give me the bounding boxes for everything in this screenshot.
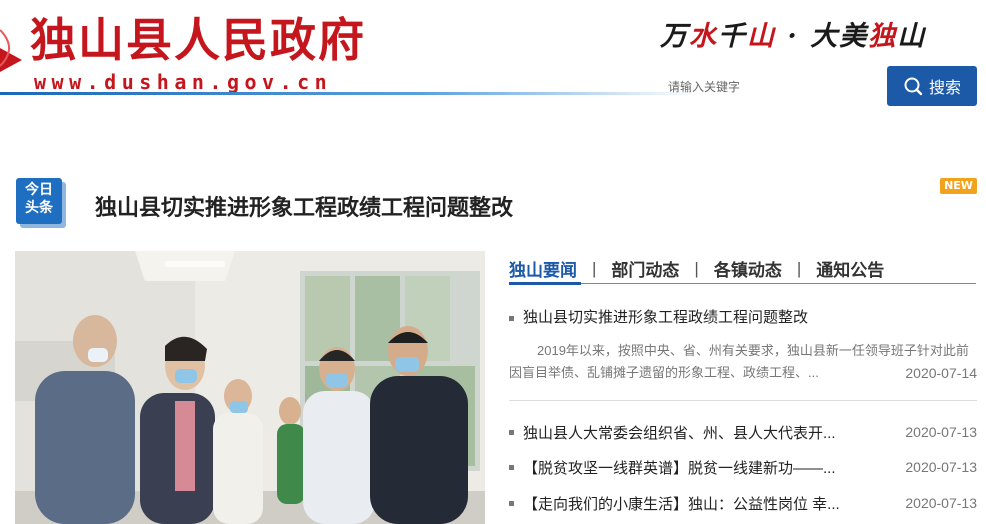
tab-dushan-news[interactable]: 独山要闻: [509, 256, 577, 281]
bullet-icon: [509, 429, 514, 435]
list-item[interactable]: 独山县人大常委会组织省、州、县人大代表开... 2020-07-13: [509, 421, 977, 443]
slogan-char: 独: [868, 21, 898, 52]
list-item-date: 2020-07-13: [905, 495, 977, 511]
list-item-title[interactable]: 【走向我们的小康生活】独山：公益性岗位 幸...: [523, 493, 885, 514]
tab-separator: |: [694, 258, 699, 278]
list-item-date: 2020-07-13: [905, 459, 977, 475]
slogan-char: 水: [689, 21, 718, 52]
tab-notices[interactable]: 通知公告: [816, 256, 884, 281]
news-tabs: 独山要闻 | 部门动态 | 各镇动态 | 通知公告: [509, 256, 884, 281]
slogan-char: 山: [747, 21, 776, 52]
site-title[interactable]: 独山县人民政府: [30, 10, 366, 70]
bullet-icon: [509, 500, 514, 506]
badge-line: 头条: [25, 200, 53, 216]
featured-news-item[interactable]: 独山县切实推进形象工程政绩工程问题整改: [509, 306, 977, 327]
news-photo[interactable]: [15, 251, 485, 524]
list-item[interactable]: 【走向我们的小康生活】独山：公益性岗位 幸... 2020-07-13: [509, 492, 977, 514]
slogan-dot: ·: [787, 21, 799, 52]
slogan-char: 大美: [810, 21, 869, 52]
list-item-title[interactable]: 独山县人大常委会组织省、州、县人大代表开...: [523, 422, 885, 443]
search-button[interactable]: 搜索: [887, 66, 977, 106]
new-badge: NEW: [940, 178, 977, 194]
tab-department-news[interactable]: 部门动态: [611, 256, 679, 281]
site-url: www.dushan.gov.cn: [34, 70, 333, 94]
today-headline-badge: 今日 头条: [16, 178, 62, 224]
badge-line: 今日: [25, 182, 53, 198]
list-item[interactable]: 【脱贫攻坚一线群英谱】脱贫一线建新功——... 2020-07-13: [509, 456, 977, 478]
tab-separator: |: [796, 258, 802, 278]
bullet-icon: [509, 315, 514, 321]
slogan: 万水千山 · 大美独山: [660, 14, 926, 53]
list-item-title[interactable]: 【脱贫攻坚一线群英谱】脱贫一线建新功——...: [523, 457, 885, 478]
bullet-icon: [509, 464, 514, 470]
list-item-date: 2020-07-13: [905, 424, 977, 440]
featured-news-title: 独山县切实推进形象工程政绩工程问题整改: [523, 309, 809, 326]
search-input[interactable]: [668, 74, 878, 100]
header-divider: [0, 92, 700, 95]
featured-news-date: 2020-07-14: [897, 362, 977, 384]
tab-separator: |: [592, 258, 597, 278]
logo-swoosh-icon: [0, 29, 22, 72]
tab-town-news[interactable]: 各镇动态: [714, 256, 782, 281]
headline-title[interactable]: 独山县切实推进形象工程政绩工程问题整改: [95, 190, 513, 222]
slogan-char: 山: [897, 21, 927, 52]
slogan-char: 万: [660, 21, 689, 52]
featured-news-summary: 2019年以来，按照中央、省、州有关要求，独山县新一任领导班子针对此前因盲目举债…: [509, 340, 977, 384]
search-button-label: 搜索: [928, 80, 961, 97]
slogan-char: 千: [718, 21, 747, 52]
search-icon: [904, 77, 923, 96]
news-divider: [509, 400, 977, 401]
tab-active-indicator: [509, 282, 581, 285]
